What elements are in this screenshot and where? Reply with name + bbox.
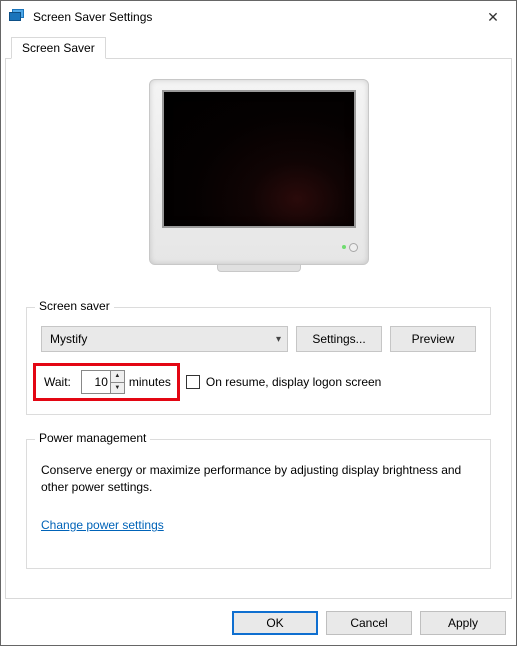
- preview-area: [6, 79, 511, 279]
- tab-screensaver[interactable]: Screen Saver: [11, 37, 106, 59]
- monitor-power-icon: [349, 243, 358, 252]
- apply-button[interactable]: Apply: [420, 611, 506, 635]
- spinner-arrows: ▲ ▼: [110, 371, 124, 393]
- tab-panel: Screen saver Mystify ▾ Settings... Previ…: [5, 58, 512, 599]
- monitor-led-icon: [342, 245, 346, 249]
- screensaver-row: Mystify ▾ Settings... Preview: [41, 326, 476, 352]
- tab-label: Screen Saver: [22, 41, 95, 55]
- monitor-screen: [162, 90, 356, 228]
- screensaver-select-value: Mystify: [50, 332, 87, 346]
- client-area: Screen Saver Screen saver Mystify ▾: [1, 33, 516, 645]
- wait-unit: minutes: [129, 375, 171, 389]
- close-button[interactable]: ✕: [470, 1, 516, 33]
- power-legend: Power management: [35, 431, 150, 445]
- screensaver-settings-window: Screen Saver Settings ✕ Screen Saver Scr…: [0, 0, 517, 646]
- cancel-button[interactable]: Cancel: [326, 611, 412, 635]
- app-icon: [9, 9, 25, 25]
- power-text: Conserve energy or maximize performance …: [41, 462, 476, 497]
- settings-button[interactable]: Settings...: [296, 326, 382, 352]
- window-title: Screen Saver Settings: [33, 10, 470, 24]
- wait-highlight: Wait: ▲ ▼ minutes: [33, 363, 180, 401]
- screensaver-legend: Screen saver: [35, 299, 114, 313]
- close-icon: ✕: [487, 9, 499, 26]
- spinner-up-button[interactable]: ▲: [111, 371, 124, 383]
- titlebar: Screen Saver Settings ✕: [1, 1, 516, 33]
- spinner-down-button[interactable]: ▼: [111, 383, 124, 394]
- preview-button[interactable]: Preview: [390, 326, 476, 352]
- screensaver-select[interactable]: Mystify ▾: [41, 326, 288, 352]
- wait-row: Wait: ▲ ▼ minutes On resume, display log…: [33, 362, 476, 402]
- resume-checkbox[interactable]: [186, 375, 200, 389]
- screensaver-group: Screen saver Mystify ▾ Settings... Previ…: [26, 307, 491, 415]
- monitor-preview: [149, 79, 369, 265]
- power-group: Power management Conserve energy or maxi…: [26, 439, 491, 569]
- dialog-buttons: OK Cancel Apply: [232, 611, 506, 635]
- wait-label: Wait:: [44, 375, 71, 389]
- monitor-stand: [217, 264, 301, 272]
- wait-input[interactable]: [82, 371, 110, 393]
- wait-spinner[interactable]: ▲ ▼: [81, 370, 125, 394]
- resume-label: On resume, display logon screen: [206, 375, 381, 389]
- change-power-settings-link[interactable]: Change power settings: [41, 518, 164, 532]
- ok-button[interactable]: OK: [232, 611, 318, 635]
- chevron-down-icon: ▾: [276, 334, 281, 345]
